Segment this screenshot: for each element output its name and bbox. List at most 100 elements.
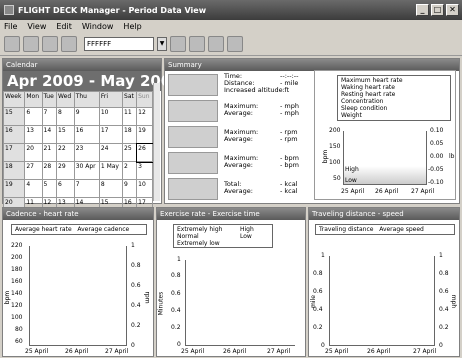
legend-extremely-high: Extremely high bbox=[177, 226, 223, 233]
distance-speed-legend: Traveling distance Average speed bbox=[315, 224, 455, 235]
calendar-day[interactable]: 16 bbox=[73, 125, 100, 144]
week-number: 17 bbox=[2, 143, 26, 162]
menu-bar: File View Edit Window Help bbox=[0, 20, 462, 32]
ytick: 0.6 bbox=[171, 290, 181, 297]
y2label: mph bbox=[450, 294, 458, 309]
summary-ylabel: bpm bbox=[322, 149, 330, 164]
transfer-icon[interactable] bbox=[189, 35, 205, 52]
legend-avg-speed: Average speed bbox=[379, 226, 424, 233]
calendar-day[interactable]: 8 bbox=[98, 179, 124, 198]
ylabel: mile bbox=[309, 295, 317, 308]
calendar-day[interactable]: 12 bbox=[136, 107, 153, 126]
calendar-scrollbar[interactable] bbox=[153, 83, 160, 201]
hr-avg-value: - bpm bbox=[280, 161, 299, 169]
calendar-day[interactable]: 6 bbox=[56, 179, 75, 198]
calendar-day[interactable]: 28 bbox=[41, 161, 58, 180]
kcal-avg-label: Average: bbox=[224, 187, 253, 195]
calendar-day[interactable]: 10 bbox=[98, 107, 124, 126]
menu-window[interactable]: Window bbox=[82, 22, 114, 31]
summary-chart: Maximum heart rate Waking heart rate Res… bbox=[314, 70, 456, 200]
calendar-day[interactable]: 26 bbox=[135, 142, 154, 163]
calendar-day[interactable]: 10 bbox=[136, 179, 153, 198]
summary-y2tick: 0.10 bbox=[430, 127, 444, 134]
ytick: 0.6 bbox=[313, 288, 323, 295]
calendar-day[interactable]: 21 bbox=[41, 143, 58, 162]
bike-settings-icon[interactable] bbox=[23, 35, 39, 52]
chevron-down-icon[interactable]: ▼ bbox=[157, 36, 167, 51]
ytick: 220 bbox=[11, 242, 23, 249]
download-icon[interactable] bbox=[42, 35, 58, 52]
bike-icon[interactable] bbox=[208, 35, 224, 52]
summary-ytick: 50 bbox=[333, 175, 341, 182]
ytick: 1 bbox=[321, 252, 325, 259]
calendar-day[interactable]: 17 bbox=[98, 125, 124, 144]
y2tick: 0.4 bbox=[131, 302, 141, 309]
calendar-day[interactable]: 30 Apr bbox=[73, 161, 100, 180]
calendar-day[interactable]: 3 bbox=[136, 161, 153, 180]
menu-help[interactable]: Help bbox=[123, 22, 141, 31]
calendar-day[interactable]: 11 bbox=[122, 107, 138, 126]
calendar-day[interactable]: 19 bbox=[136, 125, 153, 144]
calendar-day[interactable]: 9 bbox=[73, 107, 100, 126]
exercise-rate-header: Exercise rate - Exercise time bbox=[157, 208, 305, 220]
cadence-hr-plot bbox=[29, 246, 127, 346]
calendar-day[interactable]: 4 bbox=[24, 179, 43, 198]
xtick: 26 April bbox=[367, 348, 391, 355]
menu-edit[interactable]: Edit bbox=[56, 22, 72, 31]
calendar-day[interactable]: 15 bbox=[56, 125, 75, 144]
summary-legend: Maximum heart rate Waking heart rate Res… bbox=[337, 75, 451, 121]
calendar-day[interactable]: 22 bbox=[56, 143, 75, 162]
calendar-day[interactable]: 1 May bbox=[98, 161, 124, 180]
legend-normal: Normal bbox=[177, 233, 199, 240]
calendar-day[interactable]: 2 bbox=[122, 161, 138, 180]
search-icon[interactable] bbox=[227, 35, 243, 52]
print-icon[interactable] bbox=[4, 35, 20, 52]
calendar-day[interactable]: 14 bbox=[41, 125, 58, 144]
y2tick: 0.8 bbox=[439, 270, 449, 277]
maximize-button[interactable]: □ bbox=[431, 4, 444, 16]
xtick: 27 April bbox=[267, 348, 291, 355]
legend-concentration: Concentration bbox=[341, 98, 384, 105]
graph-icon[interactable] bbox=[61, 35, 77, 52]
menu-file[interactable]: File bbox=[4, 22, 17, 31]
y2tick: 0.6 bbox=[439, 288, 449, 295]
calendar-day[interactable]: 13 bbox=[24, 125, 43, 144]
xtick: 25 April bbox=[325, 348, 349, 355]
xtick: 27 April bbox=[105, 348, 129, 355]
ytick: 0.8 bbox=[313, 270, 323, 277]
legend-sleep: Sleep condition bbox=[341, 105, 388, 112]
calendar-day[interactable]: 24 bbox=[98, 143, 124, 162]
minimize-button[interactable]: _ bbox=[416, 4, 429, 16]
summary-xtick: 27 April bbox=[411, 188, 435, 195]
color-field[interactable]: FFFFFF bbox=[84, 36, 154, 51]
xtick: 27 April bbox=[413, 348, 437, 355]
calendar-day[interactable]: 9 bbox=[122, 179, 138, 198]
summary-y2tick: -0.10 bbox=[428, 179, 444, 186]
menu-view[interactable]: View bbox=[27, 22, 46, 31]
calendar-day[interactable]: 7 bbox=[73, 179, 100, 198]
calendar-day[interactable]: 20 bbox=[24, 143, 43, 162]
xtick: 25 April bbox=[181, 348, 205, 355]
device-icon[interactable] bbox=[170, 35, 186, 52]
summary-y2tick: -0.05 bbox=[428, 166, 444, 173]
ytick: 0.8 bbox=[171, 272, 181, 279]
altitude-value: - ft bbox=[280, 86, 290, 94]
toolbar: FFFFFF ▼ bbox=[0, 32, 462, 56]
xtick: 25 April bbox=[25, 348, 49, 355]
calendar-day[interactable]: 23 bbox=[73, 143, 100, 162]
calendar-day[interactable]: 25 bbox=[122, 143, 138, 162]
calendar-day[interactable]: 6 bbox=[24, 107, 43, 126]
weekday-fri: Fri bbox=[98, 91, 124, 108]
weekday-thu: Thu bbox=[73, 91, 100, 108]
calendar-day[interactable]: 7 bbox=[41, 107, 58, 126]
week-number: 15 bbox=[2, 107, 26, 126]
calendar-day[interactable]: 18 bbox=[122, 125, 138, 144]
calendar-day[interactable]: 27 bbox=[24, 161, 43, 180]
summary-calorie-row: Total: Average: - kcal - kcal bbox=[168, 176, 298, 202]
calendar-day[interactable]: 5 bbox=[41, 179, 58, 198]
calendar-day[interactable]: 8 bbox=[56, 107, 75, 126]
window-title: FLIGHT DECK Manager - Period Data View bbox=[18, 5, 207, 15]
calendar-day[interactable]: 29 bbox=[56, 161, 75, 180]
weekday-mon: Mon bbox=[24, 91, 43, 108]
close-button[interactable]: ✕ bbox=[446, 4, 459, 16]
